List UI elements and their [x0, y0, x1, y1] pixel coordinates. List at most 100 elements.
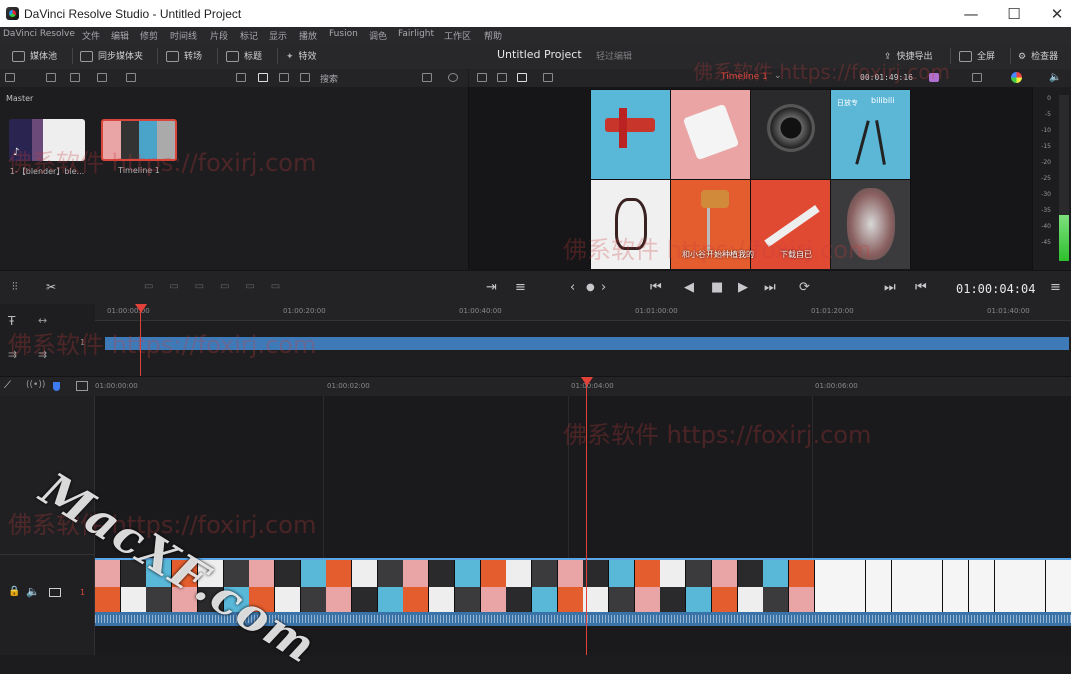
viewer-mode-icon[interactable] [477, 73, 487, 82]
lock-icon[interactable]: 🔒 [8, 586, 20, 597]
refresh-icon[interactable] [448, 73, 458, 82]
jog-left-icon[interactable]: ‹ [570, 280, 575, 295]
filmstrip-frame [943, 560, 969, 587]
go-to-end-icon[interactable]: ⏭ [764, 280, 776, 295]
playhead-handle[interactable] [581, 377, 593, 386]
stop-icon[interactable]: ■ [711, 280, 723, 295]
filmstrip-frame [660, 587, 686, 614]
search-label[interactable]: 搜索 [320, 72, 338, 85]
filmstrip-frame [454, 587, 480, 614]
filmstrip-frame [506, 560, 532, 587]
play-reverse-icon[interactable]: ◀ [684, 280, 694, 295]
filmstrip-frame [660, 560, 686, 587]
fullscreen-icon [959, 51, 972, 62]
frame-cell-earphones: 日放专 bilibili [831, 90, 910, 179]
metadata-view-icon[interactable] [236, 73, 246, 82]
play-icon[interactable]: ▶ [738, 280, 748, 295]
filmstrip-frame [634, 560, 660, 587]
next-edit-icon[interactable]: ⏭ [884, 280, 896, 295]
filmstrip-frame [891, 587, 917, 614]
speaker-icon[interactable]: 🔈 [1049, 72, 1061, 83]
transform-icon[interactable] [972, 73, 982, 82]
video-track-icon[interactable] [49, 588, 61, 597]
bin-name[interactable]: Master [6, 94, 33, 103]
menu-view[interactable]: 显示 [269, 29, 287, 42]
plane-body [605, 118, 655, 132]
filmstrip-frame [609, 587, 634, 614]
menu-mark[interactable]: 标记 [240, 29, 258, 42]
menu-help[interactable]: 帮助 [484, 29, 502, 42]
filmstrip-frame [95, 587, 120, 614]
viewer-mode-icon[interactable] [497, 73, 507, 82]
link-icon[interactable] [126, 73, 136, 82]
close-button[interactable]: ✕ [1042, 4, 1071, 24]
play-mode-icon[interactable]: ⇥ [486, 280, 497, 295]
maximize-button[interactable]: ☐ [999, 4, 1029, 24]
filmstrip-frame [711, 587, 737, 614]
toolbar-divider [277, 48, 278, 64]
filmstrip-frame [763, 560, 789, 587]
flag-icon[interactable] [53, 382, 60, 391]
menu-file[interactable]: 文件 [82, 29, 100, 42]
filmstrip-frame [583, 560, 609, 587]
panel-toggle-icon[interactable] [5, 73, 15, 82]
transitions-button[interactable]: 转场 [166, 49, 202, 62]
audio-scrub-icon[interactable]: ((•)) [26, 380, 45, 390]
jog-right-icon[interactable]: › [601, 280, 606, 295]
menu-fairlight[interactable]: Fairlight [398, 29, 434, 39]
go-to-start-icon[interactable]: ⏮ [650, 280, 662, 295]
menu-fusion[interactable]: Fusion [329, 29, 358, 39]
speaker-icon[interactable]: 🔈 [26, 585, 40, 598]
view-options-icon[interactable] [76, 381, 88, 391]
effects-button[interactable]: ✦ 特效 [286, 49, 317, 62]
menu-workspace[interactable]: 工作区 [444, 29, 471, 42]
titles-button[interactable]: 标题 [226, 49, 262, 62]
menu-davinci[interactable]: DaVinci Resolve [3, 29, 75, 39]
sort-icon[interactable] [422, 73, 432, 82]
color-wheel-icon[interactable] [1011, 72, 1022, 83]
list-view-icon[interactable] [300, 73, 310, 82]
media-pool-icon [12, 51, 25, 62]
filmstrip-frame [583, 587, 609, 614]
options-menu-icon[interactable]: ≡ [1050, 280, 1061, 295]
inspector-button[interactable]: ⚙ 检查器 [1018, 49, 1058, 62]
inspector-icon: ⚙ [1018, 52, 1027, 62]
lamp-head [701, 190, 729, 208]
previous-edit-icon[interactable]: ⏮ [915, 280, 927, 295]
upper-playhead-handle[interactable] [135, 304, 147, 313]
scissors-icon[interactable]: ✂ [46, 280, 56, 294]
brand-left-text: 日放专 [837, 99, 858, 107]
filmstrip-frame [737, 587, 763, 614]
minimize-button[interactable]: — [956, 4, 986, 24]
relink-icon[interactable] [97, 73, 107, 82]
menu-playback[interactable]: 播放 [299, 29, 317, 42]
snapping-icon[interactable]: ⟋ [4, 380, 11, 391]
filmstrip-frame [300, 560, 326, 587]
viewer-mode-icon[interactable] [517, 73, 527, 82]
menu-color[interactable]: 调色 [369, 29, 387, 42]
menu-clip[interactable]: 片段 [210, 29, 228, 42]
viewer-size-icon[interactable] [543, 73, 553, 82]
audio-waveform-icon[interactable]: ⫶⫶ [12, 280, 18, 294]
menu-edit[interactable]: 编辑 [111, 29, 129, 42]
filmstrip-view-icon[interactable] [279, 73, 289, 82]
menu-trim[interactable]: 修剪 [140, 29, 158, 42]
ruler-label: 01:01:00:00 [635, 307, 678, 315]
settings-sliders-icon[interactable]: ≡ [515, 280, 526, 295]
jog-dot-icon[interactable]: ● [586, 282, 595, 293]
filmstrip-frame [326, 560, 352, 587]
loop-icon[interactable]: ⟳ [799, 280, 810, 295]
sync-bin-button[interactable]: 同步媒体夹 [80, 49, 143, 62]
edit-tool-icons[interactable]: ▭ ▭ ▭ ▭ ▭ ▭ [144, 281, 280, 292]
filmstrip-frame [788, 587, 814, 614]
thumbnail-view-icon[interactable] [258, 73, 268, 82]
media-pool-button[interactable]: 媒体池 [12, 49, 57, 62]
filmstrip-frame [531, 587, 557, 614]
fullscreen-button[interactable]: 全屏 [959, 49, 995, 62]
brand-right-text: bilibili [871, 96, 895, 105]
filmstrip-frame [274, 560, 300, 587]
filmstrip-frame [95, 560, 120, 587]
import-icon[interactable] [70, 73, 80, 82]
new-bin-icon[interactable] [46, 73, 56, 82]
menu-timeline[interactable]: 时间线 [170, 29, 197, 42]
